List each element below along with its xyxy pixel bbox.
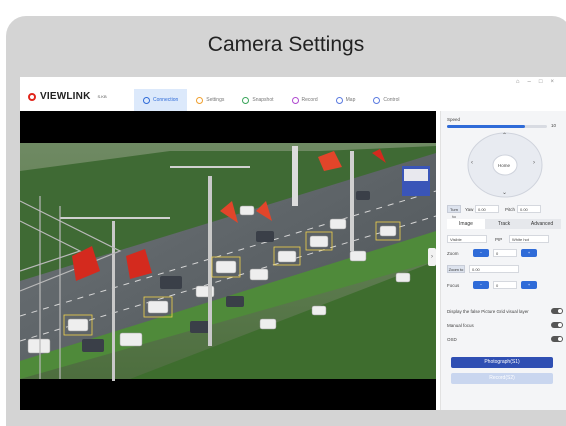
toggle-manual-focus-label: Manual focus [447, 323, 474, 328]
toggle-grid-switch[interactable] [551, 308, 563, 314]
tab-record[interactable]: Record [283, 89, 327, 111]
zoom-plus-button[interactable]: + [521, 249, 537, 257]
focus-plus-button[interactable]: + [521, 281, 537, 289]
subtab-advanced[interactable]: Advanced [523, 219, 561, 229]
focus-minus-button[interactable]: − [473, 281, 489, 289]
tab-map[interactable]: Map [327, 89, 365, 111]
white-hot-select[interactable]: White hot [509, 235, 549, 243]
toggle-osd-label: OSD [447, 337, 457, 342]
tab-label: Map [345, 97, 356, 103]
toggle-manual-focus-switch[interactable] [551, 322, 563, 328]
brand-sub: S.KB [97, 94, 107, 99]
control-panel: Speed 10 ⌃ ⌄ ‹ › Home Turn to Yaw 0.00 P… [440, 111, 566, 410]
brand-logo: VIEWLINK S.KB [28, 91, 107, 102]
ptz-up-arrow-icon[interactable]: ⌃ [502, 132, 507, 139]
turn-to-button[interactable]: Turn to [447, 205, 461, 219]
zoom-label: Zoom [447, 251, 459, 256]
toggle-grid-label: Display the false Picture Grid visual la… [447, 309, 529, 314]
tab-label: Control [383, 97, 400, 103]
camera-app-window: VIEWLINK S.KB Connection Settings Snapsh… [20, 77, 566, 410]
focus-value: 0 [493, 281, 517, 289]
speed-slider-fill [447, 125, 525, 128]
logo-mark-icon [28, 92, 36, 101]
brand-name: VIEWLINK [40, 91, 91, 102]
card-title: Camera Settings [207, 33, 365, 56]
zoom-minus-button[interactable]: − [473, 249, 489, 257]
settings-subtabs: Image Track Advanced [447, 219, 561, 229]
control-icon [373, 96, 381, 104]
speed-slider[interactable] [447, 125, 547, 128]
pitch-label: Pitch [505, 207, 516, 212]
focus-label: Focus [447, 283, 460, 288]
yaw-input[interactable]: 0.00 [475, 205, 499, 213]
yaw-label: Yaw [465, 207, 474, 212]
photograph-button[interactable]: Photograph(S1) [451, 357, 553, 368]
toggle-osd-switch[interactable] [551, 336, 563, 342]
subtab-track[interactable]: Track [485, 219, 523, 229]
minimize-icon[interactable]: – [528, 79, 531, 85]
ptz-left-arrow-icon[interactable]: ‹ [471, 160, 473, 166]
ptz-right-arrow-icon[interactable]: › [533, 160, 535, 166]
window-controls: ⌂ – □ × [516, 79, 554, 85]
zoom-to-input[interactable]: 0.00 [469, 265, 519, 273]
tab-label: Snapshot [252, 97, 274, 103]
maximize-icon[interactable]: □ [539, 79, 543, 85]
zoom-value: 0 [493, 249, 517, 257]
tab-label: Settings [206, 97, 225, 103]
zoom-to-button[interactable]: Zoom to [447, 265, 465, 273]
tab-control[interactable]: Control [364, 89, 408, 111]
tab-settings[interactable]: Settings [187, 89, 233, 111]
camera-video-feed[interactable]: › [20, 111, 436, 410]
main-nav: Connection Settings Snapshot Record Map … [134, 89, 409, 111]
map-icon [335, 96, 343, 104]
ptz-down-arrow-icon[interactable]: ⌄ [502, 189, 507, 196]
link-icon [143, 96, 150, 104]
camera-icon [242, 96, 250, 104]
video-nav-right-arrow[interactable]: › [428, 248, 436, 266]
pip-label: PIP [495, 237, 503, 242]
pitch-input[interactable]: 0.00 [517, 205, 541, 213]
record-button[interactable]: Record(S2) [451, 373, 553, 384]
gear-icon [196, 96, 204, 104]
home-icon[interactable]: ⌂ [516, 79, 520, 85]
close-icon[interactable]: × [550, 79, 554, 85]
ptz-home-button[interactable]: Home [498, 163, 510, 168]
traffic-scene-image [20, 111, 436, 381]
speed-value: 10 [551, 123, 557, 128]
tab-snapshot[interactable]: Snapshot [233, 89, 282, 111]
tab-label: Connection [153, 97, 179, 103]
speed-label: Speed [447, 117, 461, 122]
top-bar: VIEWLINK S.KB Connection Settings Snapsh… [20, 77, 566, 113]
mode-select[interactable]: Visible [447, 235, 487, 243]
subtab-image[interactable]: Image [447, 219, 485, 229]
tab-connection[interactable]: Connection [134, 89, 188, 111]
record-icon [291, 96, 299, 104]
tab-label: Record [301, 97, 318, 103]
